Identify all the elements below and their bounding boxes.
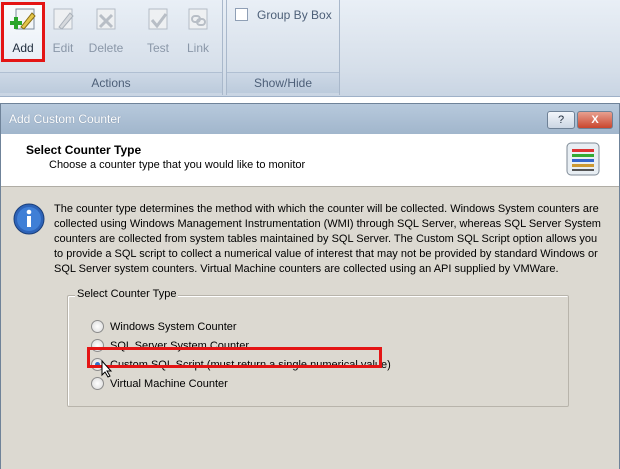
counter-list-icon: [566, 142, 600, 176]
edit-icon: [48, 7, 78, 35]
show-hide-group: Group By Box Show/Hide: [226, 0, 340, 95]
test-icon: [143, 7, 173, 35]
actions-group-label: Actions: [0, 72, 222, 93]
radio-button[interactable]: [91, 320, 104, 334]
edit-button-label: Edit: [52, 41, 74, 55]
mouse-cursor-icon: [101, 359, 113, 378]
show-hide-group-label: Show/Hide: [227, 72, 339, 93]
radio-label: Windows System Counter: [110, 320, 237, 333]
header-subtitle: Choose a counter type that you would lik…: [49, 159, 306, 171]
actions-group: Add Edit Delete Test Link Actions: [0, 0, 223, 95]
group-by-box-checkbox[interactable]: [235, 8, 248, 22]
delete-icon: [91, 7, 121, 35]
link-button-label: Link: [186, 41, 209, 55]
link-button[interactable]: Link: [178, 4, 218, 60]
radio-windows-system-counter[interactable]: Windows System Counter: [91, 319, 237, 335]
edit-button[interactable]: Edit: [43, 4, 83, 60]
dialog-titlebar: Add Custom Counter ? X: [1, 104, 619, 134]
radio-virtual-machine-counter[interactable]: Virtual Machine Counter: [91, 376, 228, 392]
group-by-box-label: Group By Box: [257, 7, 332, 22]
dialog-title: Add Custom Counter: [9, 112, 122, 126]
dialog-header: Select Counter Type Choose a counter typ…: [1, 134, 619, 187]
ribbon: Add Edit Delete Test Link Actions Group …: [0, 0, 620, 97]
add-counter-icon: [8, 7, 38, 35]
test-button-label: Test: [146, 41, 169, 55]
add-button[interactable]: Add: [1, 2, 45, 62]
add-custom-counter-dialog: Add Custom Counter ? X Select Counter Ty…: [0, 103, 620, 469]
test-button[interactable]: Test: [138, 4, 178, 60]
counter-type-description: The counter type determines the method w…: [54, 203, 601, 275]
header-title: Select Counter Type: [26, 143, 142, 157]
counter-type-group-label: Select Counter Type: [75, 288, 179, 300]
close-button[interactable]: X: [577, 111, 613, 129]
delete-button-label: Delete: [88, 41, 124, 55]
info-icon: [13, 203, 45, 235]
help-button[interactable]: ?: [547, 111, 575, 129]
radio-label: Virtual Machine Counter: [110, 377, 228, 390]
selection-highlight-box: [87, 347, 382, 368]
add-button-label: Add: [12, 41, 34, 55]
radio-button[interactable]: [91, 377, 104, 391]
link-icon: [183, 7, 213, 35]
delete-button[interactable]: Delete: [86, 4, 126, 60]
group-by-box-row[interactable]: Group By Box: [235, 7, 332, 22]
